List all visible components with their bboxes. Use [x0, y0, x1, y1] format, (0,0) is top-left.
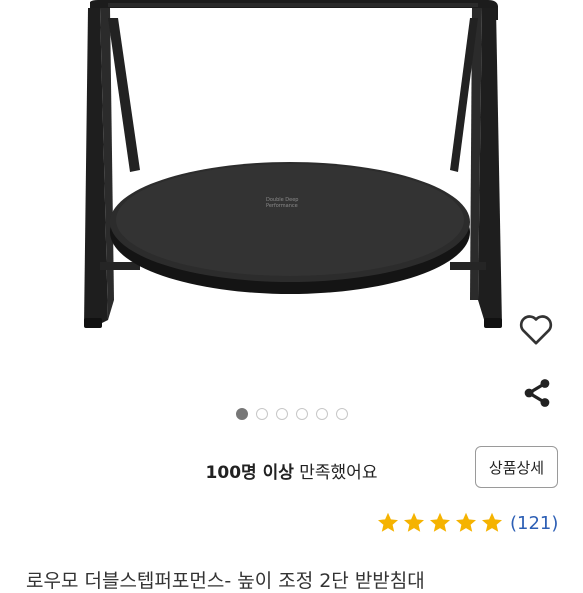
- pagination-dot[interactable]: [275, 408, 288, 420]
- wishlist-button[interactable]: [516, 309, 556, 349]
- pagination-dot[interactable]: [315, 408, 328, 420]
- star-icon: [404, 512, 424, 532]
- rating-stars: [376, 511, 504, 535]
- image-pagination-dots: [0, 408, 583, 422]
- heart-outline-icon: [519, 315, 553, 345]
- satisfaction-count: 100명 이상: [205, 463, 294, 483]
- pagination-dot[interactable]: [255, 408, 268, 420]
- pagination-dot[interactable]: [295, 408, 308, 420]
- product-detail-button[interactable]: 상품상세: [475, 446, 558, 488]
- star-icon: [482, 512, 502, 532]
- product-print-text: Double Deep Performance: [266, 197, 299, 209]
- pagination-dot[interactable]: [235, 408, 248, 420]
- share-icon: [524, 379, 550, 407]
- star-icon: [378, 512, 398, 532]
- pagination-dot[interactable]: [335, 408, 348, 420]
- satisfaction-suffix: 만족했어요: [293, 463, 378, 483]
- star-icon: [430, 512, 450, 532]
- rating-summary[interactable]: (121): [376, 511, 558, 535]
- share-button[interactable]: [518, 374, 556, 412]
- product-title: 로우모 더블스텝퍼포먼스- 높이 조정 2단 받받침대: [26, 570, 425, 592]
- review-count-link[interactable]: (121): [510, 513, 558, 534]
- star-icon: [456, 512, 476, 532]
